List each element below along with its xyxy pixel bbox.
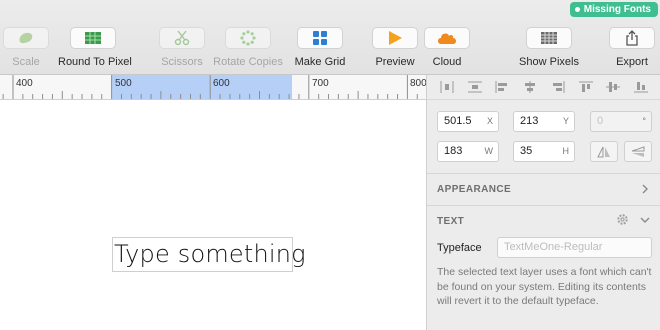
round-to-pixel-label: Round To Pixel (58, 56, 132, 68)
y-position-field[interactable]: 213 Y (513, 111, 575, 132)
y-suffix: Y (562, 116, 569, 126)
align-top-icon[interactable] (578, 81, 593, 93)
height-value: 35 (520, 145, 533, 157)
scissors-button[interactable]: Scissors (147, 27, 217, 68)
width-field[interactable]: 183 W (437, 141, 499, 162)
chevron-down-icon[interactable] (640, 216, 650, 224)
missing-fonts-label: Missing Fonts (583, 4, 651, 15)
cloud-icon (424, 27, 470, 49)
y-value: 213 (520, 115, 539, 127)
flip-horizontal-icon (597, 146, 610, 157)
make-grid-label: Make Grid (294, 56, 346, 68)
appearance-section[interactable]: APPEARANCE (427, 173, 660, 205)
height-suffix: H (562, 146, 570, 156)
ruler-label: 500 (115, 78, 132, 89)
make-grid-button[interactable]: Make Grid (285, 27, 355, 68)
show-pixels-icon (526, 27, 572, 49)
width-value: 183 (444, 145, 463, 157)
align-bottom-icon[interactable] (634, 81, 649, 93)
distribute-vertical-icon[interactable] (467, 81, 482, 93)
x-suffix: X (486, 116, 493, 126)
x-position-field[interactable]: 501.5 X (437, 111, 499, 132)
cloud-button[interactable]: Cloud (412, 27, 482, 68)
missing-font-warning: The selected text layer uses a font whic… (437, 266, 652, 307)
width-suffix: W (484, 146, 494, 156)
height-field[interactable]: 35 H (513, 141, 575, 162)
round-to-pixel-icon (70, 27, 116, 49)
ruler-label: 800 (410, 78, 426, 89)
distribute-horizontal-icon[interactable] (440, 81, 454, 93)
typeface-field[interactable]: TextMeOne-Regular (497, 237, 652, 258)
scale-button[interactable]: Scale (0, 27, 61, 68)
export-label: Export (616, 56, 648, 68)
ruler-label: 400 (16, 78, 33, 89)
typeface-label: Typeface (437, 242, 482, 254)
export-icon (609, 27, 655, 49)
status-dot-icon (574, 7, 580, 12)
align-left-icon[interactable] (495, 81, 509, 93)
rotation-suffix: ° (642, 116, 646, 126)
show-pixels-label: Show Pixels (519, 56, 579, 68)
missing-fonts-badge[interactable]: Missing Fonts (569, 2, 658, 17)
align-middle-icon[interactable] (606, 81, 621, 93)
make-grid-icon (297, 27, 343, 49)
rotate-copies-label: Rotate Copies (213, 56, 283, 68)
cloud-label: Cloud (432, 56, 462, 68)
align-right-icon[interactable] (551, 81, 565, 93)
flip-horizontal-button[interactable] (590, 141, 618, 162)
canvas[interactable]: Type something (0, 100, 426, 330)
x-value: 501.5 (444, 115, 472, 127)
ruler-label: 600 (213, 78, 230, 89)
ruler-label: 700 (312, 78, 329, 89)
round-to-pixel-button[interactable]: Round To Pixel (58, 27, 132, 68)
toolbar: Missing Fonts Scale Round To Pixel Sciss… (0, 0, 660, 75)
rotate-copies-icon (225, 27, 271, 49)
export-button[interactable]: Export (597, 27, 660, 68)
text-title: TEXT (437, 216, 465, 227)
align-center-horizontal-icon[interactable] (523, 81, 537, 93)
rotate-copies-button[interactable]: Rotate Copies (213, 27, 283, 68)
horizontal-ruler[interactable]: 400 500 600 700 800 (0, 75, 426, 100)
text-layer[interactable]: Type something (112, 237, 306, 272)
scissors-icon (159, 27, 205, 49)
flip-vertical-button[interactable] (624, 141, 652, 162)
scale-label: Scale (12, 56, 40, 68)
scale-icon (3, 27, 49, 49)
inspector-panel: 501.5 X 213 Y 0 ° 183 W 35 H APPEARANCE … (426, 75, 660, 330)
rotation-field[interactable]: 0 ° (590, 111, 652, 132)
gear-icon[interactable] (616, 213, 629, 226)
show-pixels-button[interactable]: Show Pixels (514, 27, 584, 68)
chevron-right-icon (642, 184, 648, 194)
alignment-toolbar (427, 75, 660, 100)
flip-vertical-icon (631, 145, 645, 157)
appearance-title: APPEARANCE (437, 184, 512, 195)
scissors-label: Scissors (161, 56, 203, 68)
rotation-value: 0 (597, 115, 604, 127)
